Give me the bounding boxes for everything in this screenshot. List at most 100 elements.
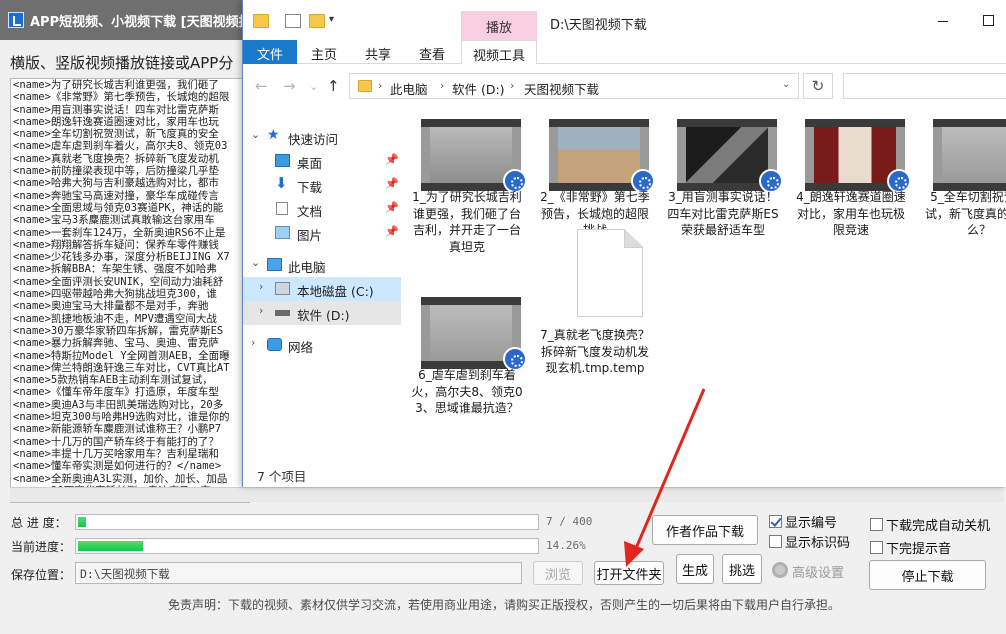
- list-row: <name>《非常野》第七季预告，长城炮的超限: [13, 91, 230, 104]
- current-progress-bar: [75, 538, 539, 554]
- file-name: 7_真就老飞度换壳？拆碎新飞度发动机发现玄机.tmp.temp: [540, 328, 650, 375]
- tab-home[interactable]: 主页: [299, 40, 349, 64]
- show-number-checkbox[interactable]: 显示编号: [769, 512, 837, 531]
- list-row: <name>5款热销车AEB主动刹车测试复试，: [13, 374, 213, 387]
- show-title-box[interactable]: [769, 535, 782, 548]
- address-bar[interactable]: › 此电脑 › 软件 (D:) › 天图视频下载 ⌄: [349, 73, 799, 99]
- quick-access-dropdown-icon[interactable]: ▾: [329, 14, 345, 28]
- pin-icon[interactable]: 📌: [385, 153, 399, 166]
- file-list-area: 1_为了研究长城吉利谁更强，我们砸了台吉利，并开走了一台真坦克 2_《非常野》第七…: [403, 107, 1006, 459]
- author-works-download-button[interactable]: 作者作品下载: [652, 515, 758, 545]
- pick-button[interactable]: 挑选: [722, 554, 762, 584]
- video-thumbnail: [549, 119, 655, 193]
- list-row: <name>宝马3系麋鹿测试真敢输这台家用车: [13, 214, 215, 227]
- document-icon: [276, 202, 288, 215]
- file-name: 1_为了研究长城吉利谁更强，我们砸了台吉利，并开走了一台真坦克: [412, 190, 522, 254]
- video-thumbnail: [933, 119, 1006, 191]
- search-input[interactable]: [843, 73, 1006, 99]
- nav-desktop[interactable]: 桌面 📌: [243, 149, 401, 173]
- navigation-pane: ⌄ ★ 快速访问 桌面 📌 ⬇ 下载 📌 文档 📌 图片 📌 ⌄ 此电脑 › 本…: [243, 107, 401, 459]
- list-row: <name>前防撞梁表现中等，后防撞梁几乎垫: [13, 165, 219, 178]
- tool-tab-play[interactable]: 播放: [461, 11, 537, 40]
- list-row: <name>暴力拆解奔驰、宝马、奥迪、雷克萨: [13, 337, 219, 350]
- video-thumbnail: [421, 297, 527, 371]
- nav-local-disk-c[interactable]: › 本地磁盘 (C:): [243, 277, 401, 301]
- gear-icon: [772, 562, 788, 578]
- browse-button[interactable]: 浏览: [533, 561, 583, 585]
- nav-documents-label: 文档: [297, 204, 323, 219]
- list-row: <name>凯捷地板油不走，MPV遭遇空间大战: [13, 312, 217, 325]
- advanced-settings-link[interactable]: 高级设置: [792, 562, 844, 581]
- nav-quick-access[interactable]: ⌄ ★ 快速访问: [243, 125, 401, 149]
- refresh-icon[interactable]: ↻: [803, 73, 833, 99]
- ribbon-tabs: 文件 主页 共享 查看 视频工具: [243, 40, 1006, 64]
- auto-shutdown-box[interactable]: [870, 518, 883, 531]
- app-title: APP短视频、小视频下载 [天图视频批量: [30, 15, 265, 30]
- list-row: <name>《懂车帝年度车》打造原，年度车型: [13, 386, 219, 399]
- list-row: <name>奥迪宝马大排量都不是对手，奔驰: [13, 300, 209, 313]
- list-row: <name>懂车帝实测是如何进行的？</name>: [13, 460, 222, 473]
- nav-network[interactable]: › 网络: [243, 333, 401, 357]
- collapse-arrow-icon[interactable]: ›: [251, 336, 255, 349]
- show-number-box[interactable]: [769, 515, 782, 528]
- expand-arrow-icon[interactable]: ⌄: [251, 128, 260, 141]
- drive-icon: [275, 282, 290, 295]
- auto-shutdown-checkbox[interactable]: 下载完成自动关机: [870, 515, 990, 534]
- nav-drive-d-label: 软件 (D:): [297, 308, 350, 323]
- back-arrow-icon[interactable]: ←: [255, 77, 268, 95]
- explorer-titlebar: ▾ 播放 D:\天图视频下载: [243, 0, 1006, 40]
- stop-download-button[interactable]: 停止下载: [869, 560, 986, 590]
- nav-this-pc[interactable]: ⌄ 此电脑: [243, 253, 401, 277]
- current-progress-text: 14.26%: [546, 539, 586, 552]
- tab-video-tools[interactable]: 视频工具: [461, 40, 537, 64]
- list-row: <name>虐车虐到刹车着火，高尔夫8、领克03: [13, 140, 228, 153]
- nav-network-label: 网络: [288, 340, 314, 355]
- pin-icon[interactable]: 📌: [385, 201, 399, 214]
- list-row: <name>全面思域与领克03赛道PK，神话的能: [13, 201, 224, 214]
- up-arrow-icon[interactable]: ↑: [327, 77, 340, 95]
- open-folder-button[interactable]: 打开文件夹: [594, 561, 664, 585]
- minimize-icon[interactable]: [938, 21, 948, 22]
- nav-documents[interactable]: 文档 📌: [243, 197, 401, 221]
- forward-arrow-icon[interactable]: →: [283, 77, 296, 95]
- nav-downloads-label: 下载: [297, 180, 323, 195]
- tab-file[interactable]: 文件: [243, 40, 297, 64]
- sound-alert-box[interactable]: [870, 541, 883, 554]
- disclaimer-text: 免责声明：下载的视频、素材仅供学习交流，若使用商业用途，请购买正版授权，否则产生…: [168, 598, 841, 612]
- new-folder-icon[interactable]: [309, 14, 325, 28]
- auto-shutdown-label: 下载完成自动关机: [886, 519, 991, 534]
- expand-arrow-icon[interactable]: ⌄: [251, 256, 260, 269]
- collapse-arrow-icon[interactable]: ›: [259, 280, 263, 293]
- tab-share[interactable]: 共享: [353, 40, 403, 64]
- list-row: <name>少花钱多办事，深度分析BEIJING X7: [13, 251, 230, 264]
- collapse-arrow-icon[interactable]: ›: [259, 304, 263, 317]
- nav-this-pc-label: 此电脑: [288, 260, 326, 275]
- list-horizontal-scrollbar[interactable]: [10, 487, 1004, 502]
- breadcrumb-separator-icon: ›: [510, 79, 515, 92]
- breadcrumb-this-pc[interactable]: 此电脑: [390, 79, 428, 98]
- nav-desktop-label: 桌面: [297, 156, 323, 171]
- pin-icon[interactable]: 📌: [385, 177, 399, 190]
- link-list-textarea[interactable]: <name>为了研究长城吉利谁更强，我们砸了 <name>《非常野》第七季预告，长…: [10, 78, 250, 503]
- show-title-checkbox[interactable]: 显示标识码: [769, 532, 850, 551]
- nav-drive-d[interactable]: › 软件 (D:): [243, 301, 401, 325]
- pin-icon[interactable]: 📌: [385, 225, 399, 238]
- recent-dropdown-icon[interactable]: ⌄: [309, 80, 318, 93]
- list-row: <name>十几万的国产轿车终于有能打的了？: [13, 435, 219, 448]
- properties-icon[interactable]: [285, 14, 301, 28]
- file-name: 3_用盲测事实说话！四车对比雷克萨斯ES荣获最舒适车型: [667, 190, 779, 237]
- save-path-field[interactable]: D:\天图视频下载: [75, 562, 522, 584]
- tab-view[interactable]: 查看: [407, 40, 457, 64]
- maximize-icon[interactable]: [983, 15, 994, 26]
- list-row: <name>哈弗大狗与吉利豪越选购对比，都市: [13, 177, 219, 190]
- nav-pictures[interactable]: 图片 📌: [243, 221, 401, 245]
- nav-downloads[interactable]: ⬇ 下载 📌: [243, 173, 401, 197]
- sound-alert-checkbox[interactable]: 下完提示音: [870, 538, 951, 557]
- pictures-icon: [275, 226, 290, 239]
- breadcrumb-folder[interactable]: 天图视频下载: [524, 79, 599, 98]
- address-dropdown-icon[interactable]: ⌄: [782, 79, 790, 90]
- breadcrumb-drive-d[interactable]: 软件 (D:): [452, 79, 505, 98]
- generate-button[interactable]: 生成: [676, 554, 714, 584]
- nav-quick-access-label: 快速访问: [288, 132, 339, 147]
- video-thumbnail: [805, 119, 911, 193]
